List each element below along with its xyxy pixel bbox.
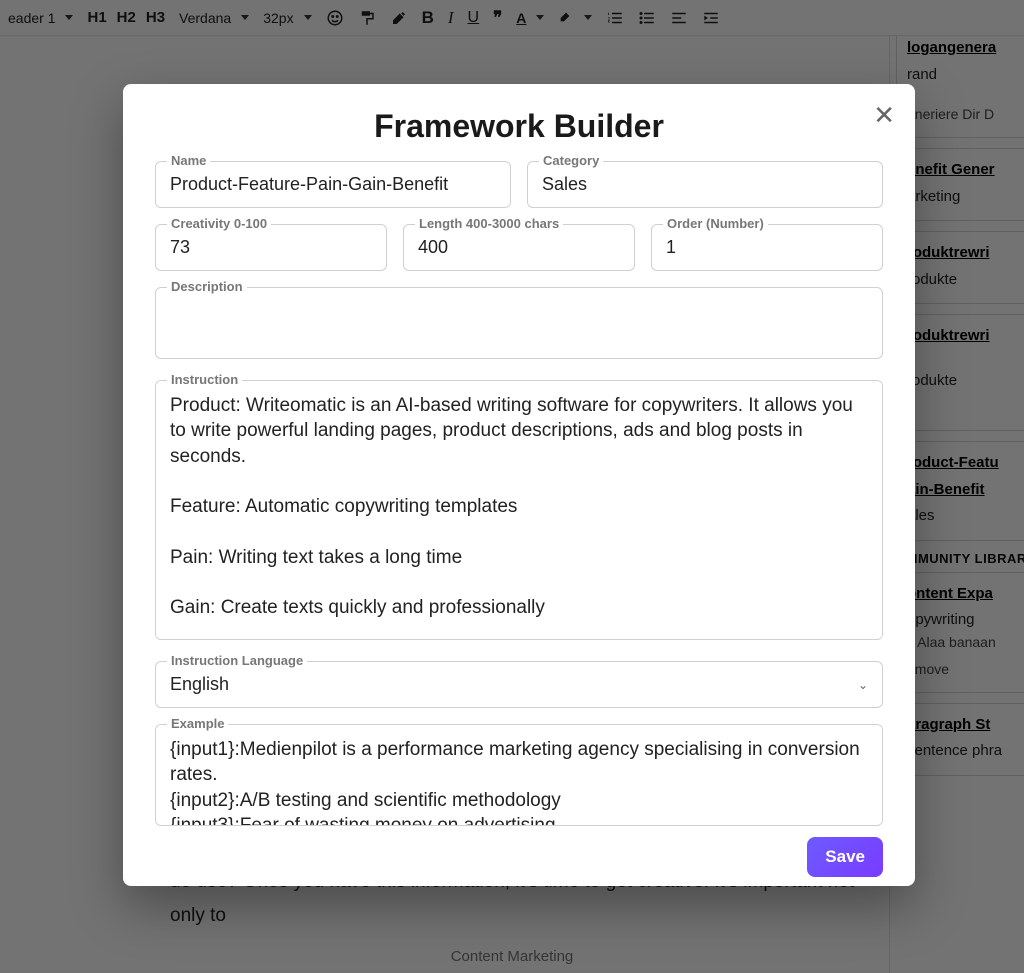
category-label: Category bbox=[539, 153, 603, 168]
modal-title: Framework Builder bbox=[155, 108, 883, 145]
creativity-label: Creativity 0-100 bbox=[167, 216, 271, 231]
close-icon[interactable]: ✕ bbox=[873, 102, 895, 128]
name-label: Name bbox=[167, 153, 210, 168]
framework-builder-modal: ✕ Framework Builder Name Category Creati… bbox=[123, 84, 915, 886]
name-field: Name bbox=[155, 161, 511, 208]
instruction-field: Instruction bbox=[155, 380, 883, 645]
instruction-language-select[interactable]: English ⌄ bbox=[155, 661, 883, 708]
instruction-input[interactable] bbox=[155, 380, 883, 640]
instruction-language-label: Instruction Language bbox=[167, 653, 307, 668]
order-label: Order (Number) bbox=[663, 216, 768, 231]
length-label: Length 400-3000 chars bbox=[415, 216, 563, 231]
creativity-input[interactable] bbox=[155, 224, 387, 271]
category-field: Category bbox=[527, 161, 883, 208]
order-field: Order (Number) bbox=[651, 224, 883, 271]
instruction-label: Instruction bbox=[167, 372, 242, 387]
creativity-field: Creativity 0-100 bbox=[155, 224, 387, 271]
length-field: Length 400-3000 chars bbox=[403, 224, 635, 271]
example-input[interactable] bbox=[155, 724, 883, 826]
chevron-down-icon: ⌄ bbox=[858, 678, 868, 692]
description-field: Description bbox=[155, 287, 883, 364]
name-input[interactable] bbox=[155, 161, 511, 208]
description-input[interactable] bbox=[155, 287, 883, 359]
description-label: Description bbox=[167, 279, 247, 294]
save-button[interactable]: Save bbox=[807, 837, 883, 877]
category-input[interactable] bbox=[527, 161, 883, 208]
length-input[interactable] bbox=[403, 224, 635, 271]
instruction-language-field: Instruction Language English ⌄ bbox=[155, 661, 883, 708]
example-label: Example bbox=[167, 716, 228, 731]
instruction-language-value: English bbox=[170, 674, 229, 695]
order-input[interactable] bbox=[651, 224, 883, 271]
example-field: Example bbox=[155, 724, 883, 831]
